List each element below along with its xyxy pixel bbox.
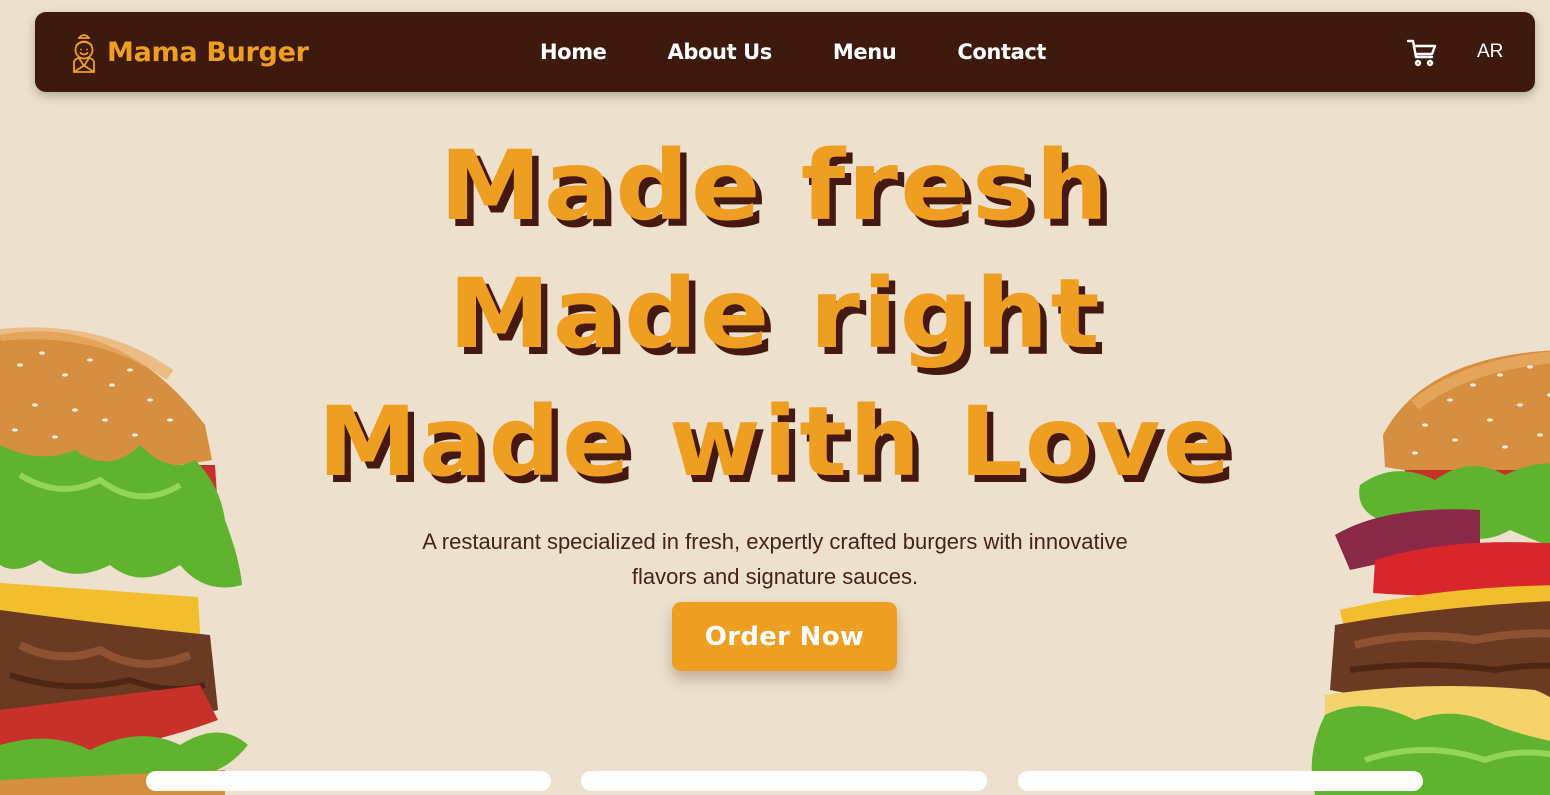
nav-item-contact[interactable]: Contact — [957, 40, 1046, 64]
hero-section: Made fresh Made right Made with Love A r… — [0, 122, 1550, 594]
nav-item-menu[interactable]: Menu — [833, 40, 897, 64]
shopping-cart-icon — [1406, 39, 1437, 67]
headline-line-1: Made fresh — [439, 130, 1111, 242]
hero-subtitle: A restaurant specialized in fresh, exper… — [422, 529, 1128, 589]
headline-line-3: Made with Love — [317, 386, 1233, 498]
navbar: Mama Burger Home About Us Menu Contact A… — [35, 12, 1535, 92]
hero-headline: Made fresh Made right Made with Love — [0, 122, 1550, 506]
nav-item-home[interactable]: Home — [540, 40, 607, 64]
feature-card-3 — [1018, 771, 1423, 791]
nav-item-about-us[interactable]: About Us — [668, 40, 773, 64]
order-now-label: Order Now — [704, 621, 865, 652]
order-now-button[interactable]: Order Now — [672, 602, 897, 671]
language-toggle[interactable]: AR — [1477, 41, 1503, 63]
feature-card-2 — [581, 771, 987, 791]
chef-lady-icon — [73, 34, 95, 73]
feature-card-1 — [146, 771, 551, 791]
main-nav: Home About Us Menu Contact — [540, 12, 1046, 92]
headline-line-2: Made right — [448, 258, 1102, 370]
brand-name: Mama Burger — [107, 36, 309, 68]
brand[interactable]: Mama Burger — [69, 30, 309, 74]
cart-button[interactable] — [1406, 36, 1438, 68]
